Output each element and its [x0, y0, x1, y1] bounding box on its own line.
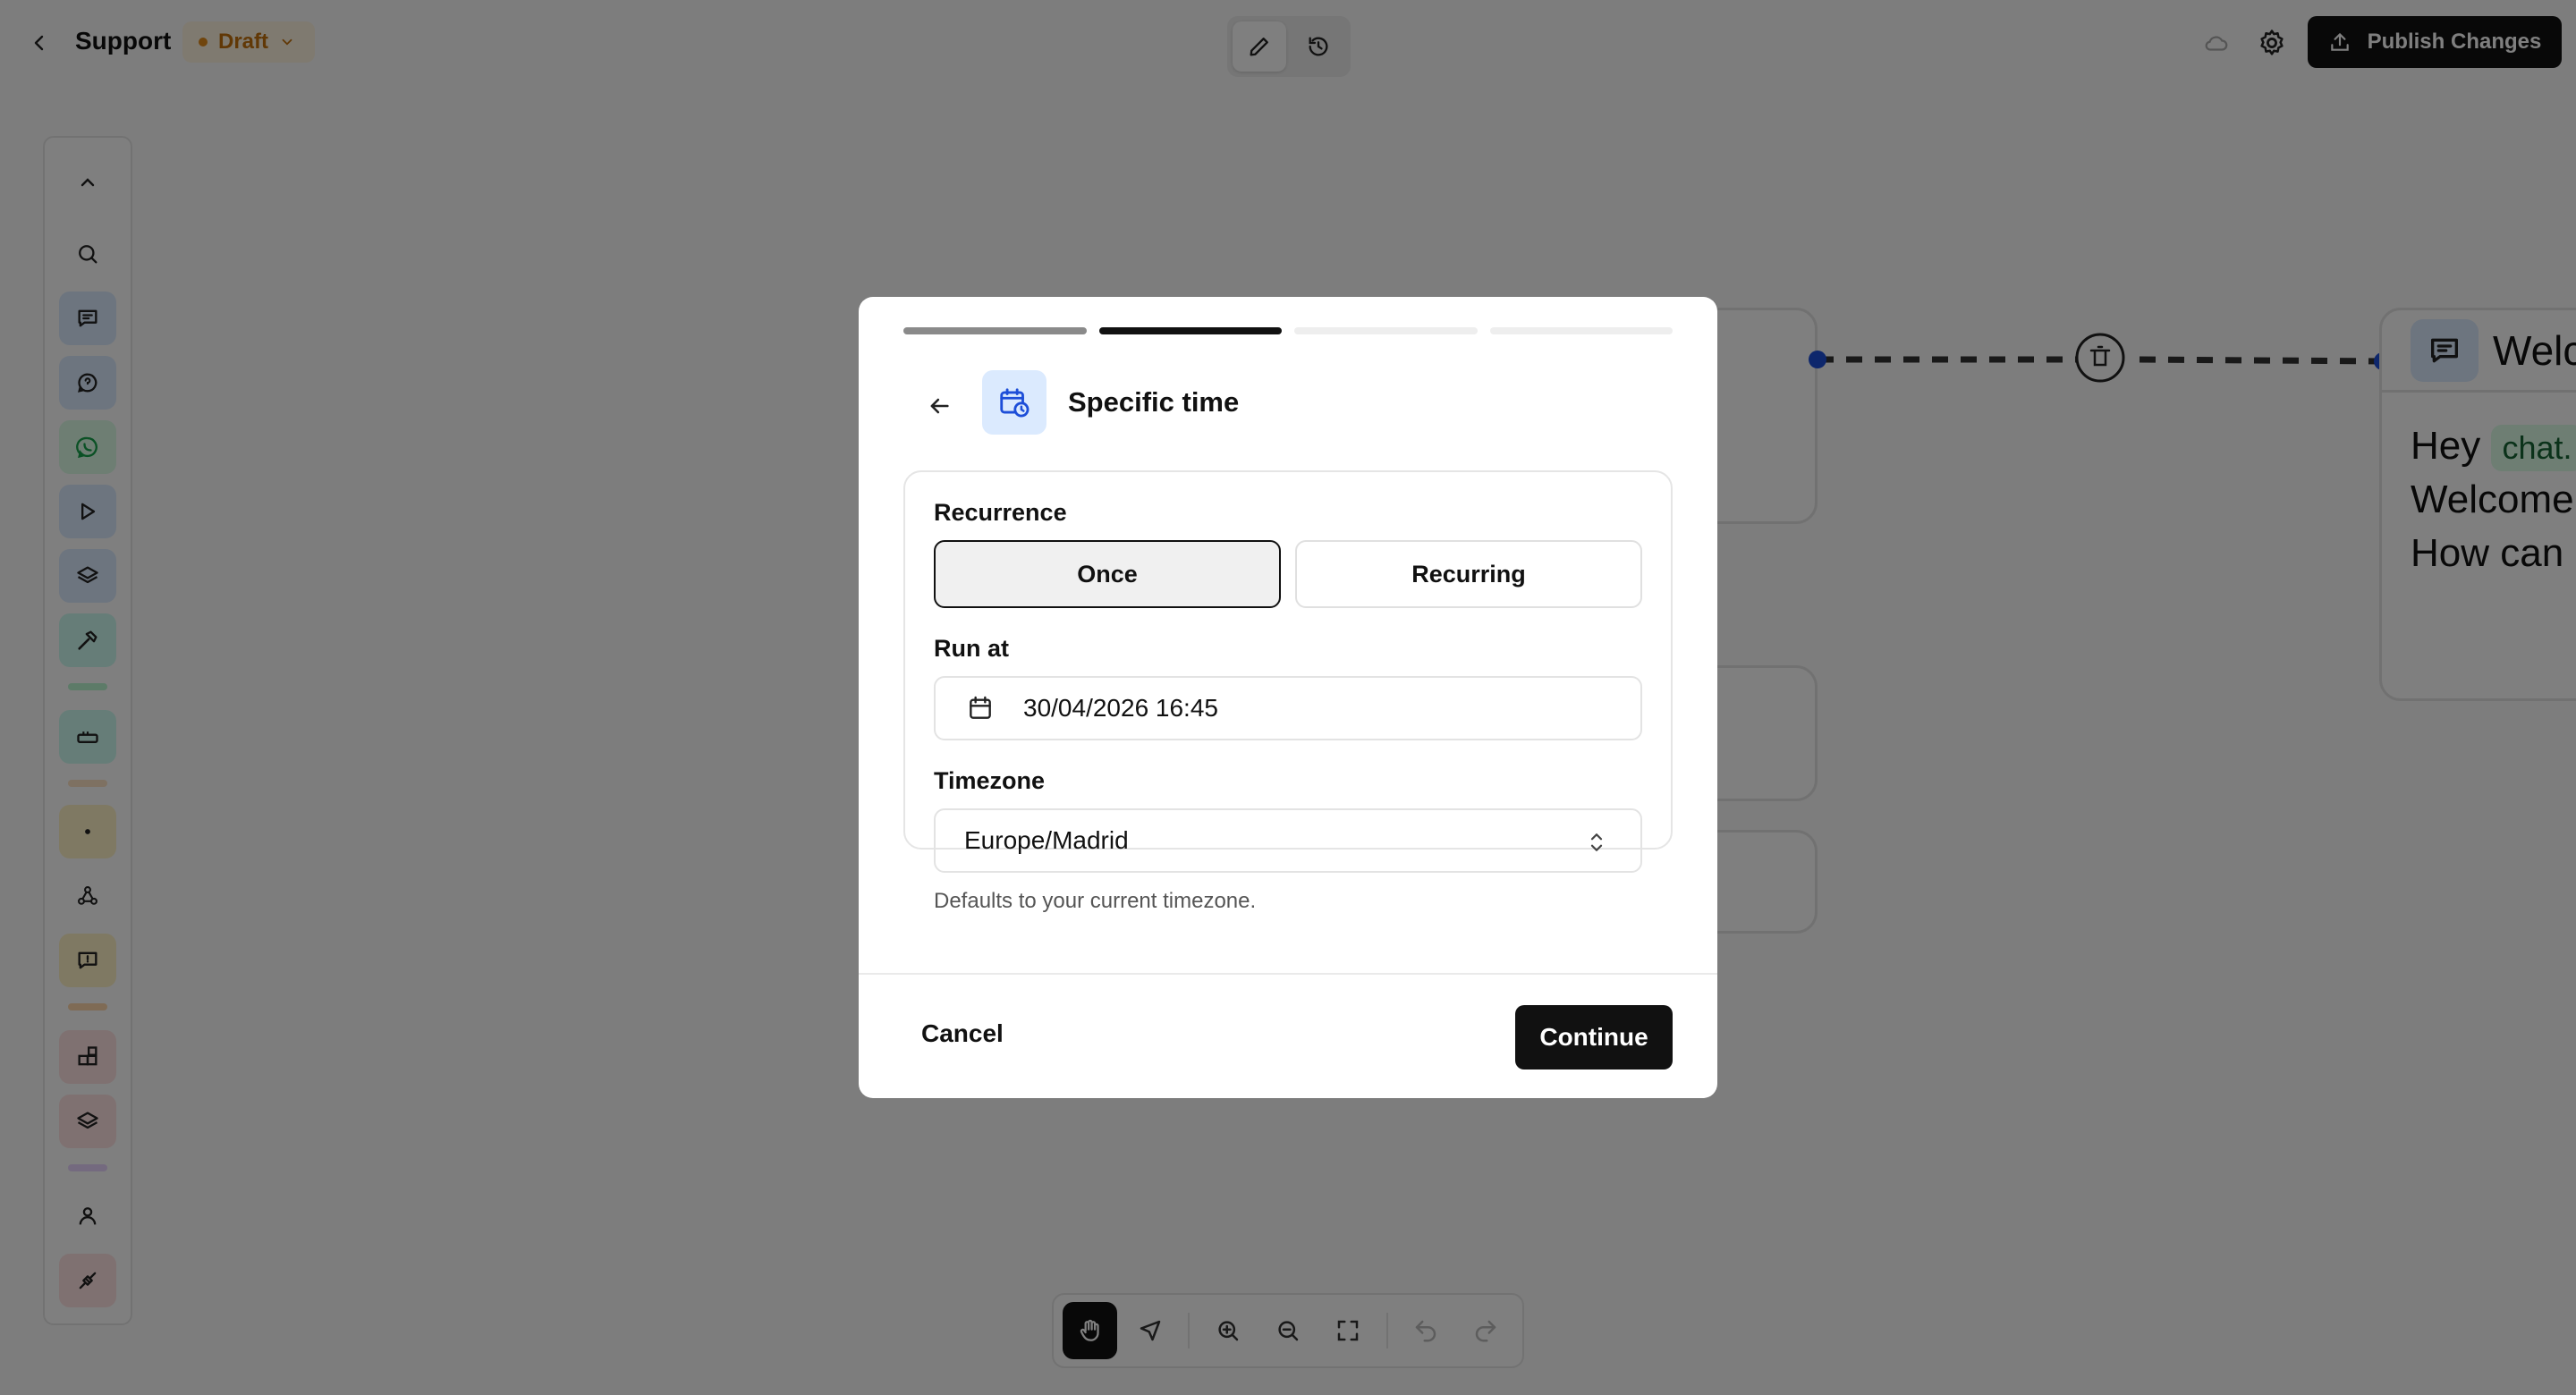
arrow-left-icon [930, 398, 949, 414]
timezone-select[interactable]: Europe/Madrid [934, 808, 1642, 873]
progress-step [1294, 327, 1478, 334]
calendar-icon [964, 692, 996, 724]
recurring-option[interactable]: Recurring [1295, 540, 1642, 608]
timezone-value: Europe/Madrid [964, 826, 1129, 854]
run-at-field[interactable]: 30/04/2026 16:45 [934, 676, 1642, 740]
calendar-clock-icon [982, 370, 1046, 435]
progress-step [1098, 327, 1282, 334]
once-option[interactable]: Once [934, 540, 1281, 608]
progress-step [903, 327, 1087, 334]
schedule-dialog: Specific time Recurrence Once Recurring … [859, 297, 1717, 1098]
schedule-form: Recurrence Once Recurring Run at 30/04/2… [903, 470, 1673, 913]
run-at-label: Run at [934, 635, 1009, 662]
dialog-back-button[interactable] [912, 379, 966, 433]
dialog-footer: Cancel Continue [859, 973, 1717, 1098]
chevron-up-down-icon [1583, 828, 1610, 857]
continue-button[interactable]: Continue [1515, 1005, 1673, 1070]
recurrence-label: Recurrence [934, 499, 1067, 526]
cancel-button[interactable]: Cancel [921, 1019, 1004, 1048]
step-progress [903, 327, 1673, 334]
timezone-help-text: Defaults to your current timezone. [934, 889, 1257, 913]
progress-step [1489, 327, 1673, 334]
dialog-title: Specific time [1068, 386, 1240, 418]
timezone-label: Timezone [934, 767, 1046, 794]
run-at-value: 30/04/2026 16:45 [1023, 694, 1218, 722]
